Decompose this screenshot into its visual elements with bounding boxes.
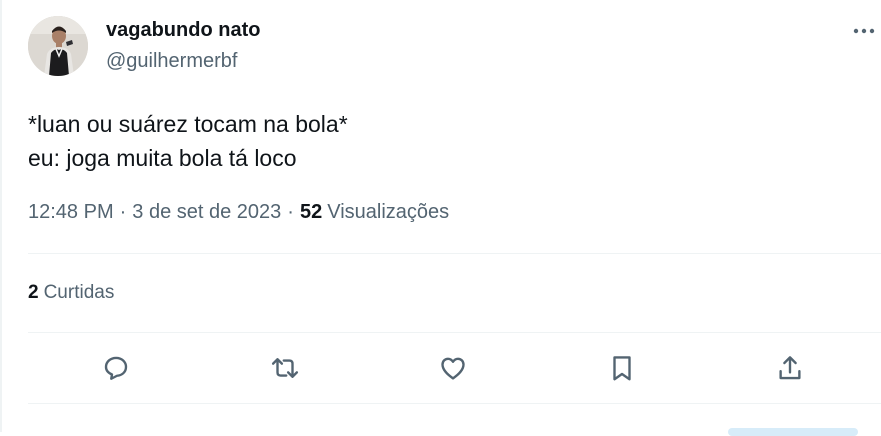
retweet-button[interactable] <box>268 351 302 385</box>
tweet-time[interactable]: 12:48 PM <box>28 201 114 224</box>
likes-label: Curtidas <box>43 282 115 303</box>
views-label[interactable]: Visualizações <box>327 201 449 224</box>
reply-icon <box>104 356 128 380</box>
likes-count: 2 <box>28 282 39 303</box>
divider <box>28 403 881 404</box>
bookmark-icon <box>613 356 631 381</box>
tweet-text: *luan ou suárez tocam na bola* eu: joga … <box>28 107 348 175</box>
tweet-date[interactable]: 3 de set de 2023 <box>132 201 281 224</box>
share-icon <box>779 356 801 380</box>
meta-separator: · <box>119 201 127 223</box>
author-name[interactable]: vagabundo nato <box>106 19 260 42</box>
more-options-button[interactable] <box>848 18 880 44</box>
divider <box>28 253 881 254</box>
retweet-icon <box>271 358 299 378</box>
views-count: 52 <box>299 201 323 223</box>
user-avatar-icon <box>28 16 88 76</box>
likes-link[interactable]: 2 Curtidas <box>28 282 114 304</box>
reply-button-peek[interactable] <box>728 428 858 436</box>
like-button[interactable] <box>436 351 470 385</box>
tweet-line: *luan ou suárez tocam na bola* <box>28 111 348 137</box>
left-border <box>0 0 2 432</box>
tweet-line: eu: joga muita bola tá loco <box>28 145 297 171</box>
divider <box>28 332 881 333</box>
like-icon <box>441 357 465 380</box>
share-button[interactable] <box>773 351 807 385</box>
tweet-meta: 12:48 PM · 3 de set de 2023 · 52 Visuali… <box>28 201 449 224</box>
meta-separator: · <box>287 201 294 223</box>
more-horizontal-icon <box>853 28 875 34</box>
bookmark-button[interactable] <box>605 351 639 385</box>
avatar[interactable] <box>28 16 88 76</box>
author-handle[interactable]: @guilhermerbf <box>106 50 237 73</box>
reply-button[interactable] <box>99 351 133 385</box>
